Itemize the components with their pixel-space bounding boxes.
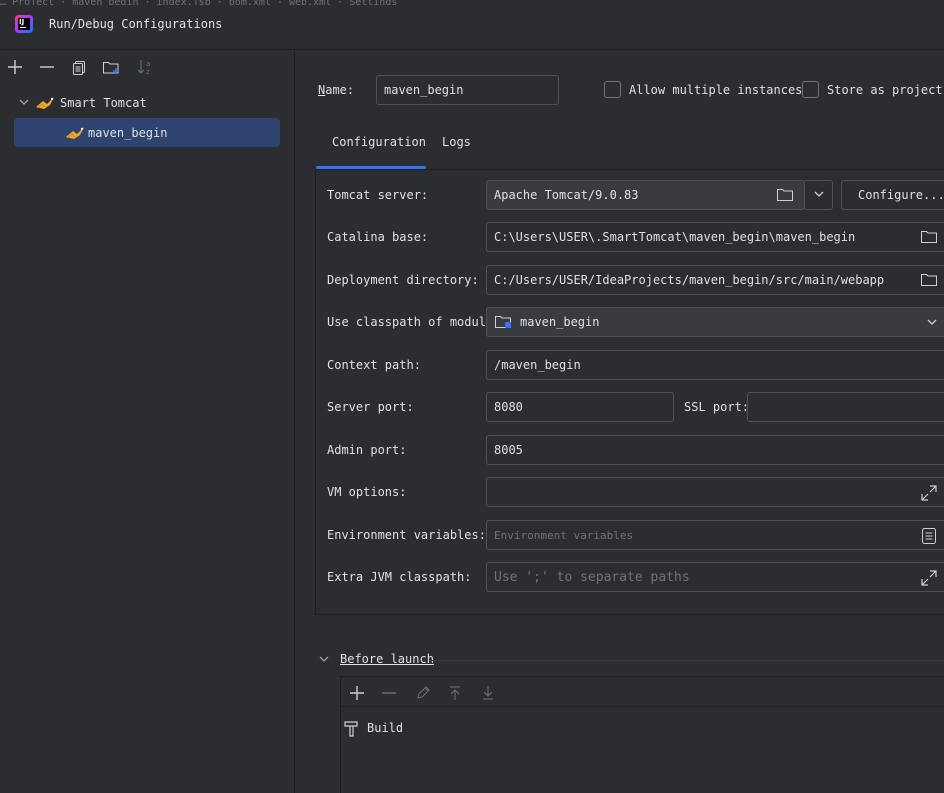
tree-group-label: Smart Tomcat xyxy=(60,96,147,110)
admin-port-input[interactable]: 8005 xyxy=(486,435,944,465)
extra-classpath-placeholder: Use ';' to separate paths xyxy=(494,569,690,585)
tree-group-smart-tomcat[interactable]: Smart Tomcat xyxy=(14,92,284,114)
tomcat-server-value: Apache Tomcat/9.0.83 xyxy=(494,188,639,202)
vm-options-input[interactable] xyxy=(486,477,944,507)
tomcat-icon xyxy=(34,95,56,111)
build-task-label: Build xyxy=(367,721,404,735)
svg-text:a: a xyxy=(146,60,150,68)
intellij-logo-icon: IJ xyxy=(15,15,33,33)
deployment-directory-label: Deployment directory: xyxy=(327,273,479,287)
folder-icon[interactable] xyxy=(776,187,794,206)
window-title: Run/Debug Configurations xyxy=(49,17,223,31)
tab-configuration[interactable]: Configuration xyxy=(332,135,426,149)
new-folder-icon[interactable] xyxy=(101,56,123,78)
build-task-item[interactable]: Build xyxy=(343,719,403,737)
admin-port-label: Admin port: xyxy=(327,443,407,457)
env-vars-placeholder: Environment variables xyxy=(494,528,634,542)
name-input[interactable]: maven_begin xyxy=(376,75,559,105)
tomcat-icon xyxy=(64,125,86,141)
sort-icon[interactable]: az xyxy=(134,56,156,78)
tomcat-server-dropdown[interactable] xyxy=(804,180,833,210)
allow-multiple-checkbox[interactable] xyxy=(604,81,621,98)
expand-icon[interactable] xyxy=(920,484,938,505)
configure-button[interactable]: Configure... xyxy=(841,180,944,210)
configuration-tree-panel xyxy=(0,51,295,793)
svg-text:z: z xyxy=(146,68,150,76)
server-port-label: Server port: xyxy=(327,400,414,414)
tomcat-server-label: Tomcat server: xyxy=(327,188,429,202)
add-task-icon[interactable] xyxy=(347,683,367,703)
move-up-icon[interactable] xyxy=(445,683,465,703)
classpath-module-label: Use classpath of module: xyxy=(327,315,501,329)
server-port-input[interactable]: 8080 xyxy=(486,392,674,422)
module-folder-icon xyxy=(494,314,514,330)
deployment-directory-value: C:/Users/USER/IdeaProjects/maven_begin/s… xyxy=(494,273,885,287)
tab-logs[interactable]: Logs xyxy=(442,135,471,149)
catalina-base-value: C:\Users\USER\.SmartTomcat\maven_begin\m… xyxy=(494,230,856,244)
tree-item-label: maven_begin xyxy=(88,125,168,140)
remove-task-icon[interactable] xyxy=(379,683,399,703)
copy-icon[interactable] xyxy=(68,56,90,78)
chevron-down-icon xyxy=(813,188,825,203)
expand-icon[interactable] xyxy=(920,569,938,591)
deployment-directory-input[interactable]: C:/Users/USER/IdeaProjects/maven_begin/s… xyxy=(486,265,944,295)
background-window-strip: … Project · maven_begin · index.jsp · po… xyxy=(0,0,944,5)
chevron-down-icon xyxy=(926,316,938,331)
move-down-icon[interactable] xyxy=(478,683,498,703)
folder-icon[interactable] xyxy=(920,229,938,248)
env-vars-label: Environment variables: xyxy=(327,528,486,542)
env-vars-input[interactable]: Environment variables xyxy=(486,520,944,550)
classpath-module-value: maven_begin xyxy=(520,315,600,329)
hammer-icon xyxy=(343,719,361,737)
extra-classpath-label: Extra JVM classpath: xyxy=(327,570,472,584)
vm-options-label: VM options: xyxy=(327,485,407,499)
store-as-project-label: Store as project fil xyxy=(827,83,944,97)
classpath-module-select[interactable]: maven_begin xyxy=(486,307,944,337)
edit-task-icon[interactable] xyxy=(413,683,433,703)
ssl-port-label: SSL port: xyxy=(684,400,750,414)
before-launch-label[interactable]: Before launch xyxy=(340,652,434,666)
before-launch-divider xyxy=(430,660,944,661)
chevron-down-icon[interactable] xyxy=(14,96,34,111)
store-as-project-checkbox[interactable] xyxy=(802,81,819,98)
tomcat-server-select[interactable]: Apache Tomcat/9.0.83 xyxy=(486,180,805,210)
add-icon[interactable] xyxy=(4,56,26,78)
folder-icon[interactable] xyxy=(920,272,938,291)
tree-item-maven-begin[interactable]: maven_begin xyxy=(14,118,280,147)
catalina-base-input[interactable]: C:\Users\USER\.SmartTomcat\maven_begin\m… xyxy=(486,222,944,252)
chevron-down-icon[interactable] xyxy=(318,653,330,668)
context-path-input[interactable]: /maven_begin xyxy=(486,350,944,380)
allow-multiple-label: Allow multiple instances xyxy=(629,83,803,97)
extra-classpath-input[interactable]: Use ';' to separate paths xyxy=(486,562,944,592)
catalina-base-label: Catalina base: xyxy=(327,230,429,244)
name-label: Name: xyxy=(318,83,355,97)
document-icon[interactable] xyxy=(921,527,937,548)
context-path-label: Context path: xyxy=(327,358,421,372)
remove-icon[interactable] xyxy=(36,56,58,78)
ssl-port-input[interactable] xyxy=(747,392,944,422)
before-launch-text: Before launch xyxy=(340,652,434,666)
